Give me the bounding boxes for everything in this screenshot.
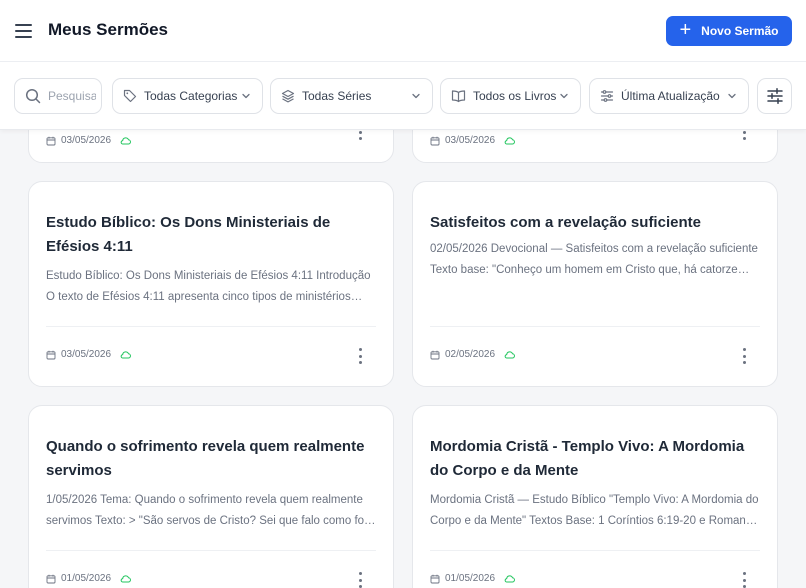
calendar-icon bbox=[430, 136, 440, 146]
new-sermon-label: Novo Sermão bbox=[701, 24, 779, 38]
calendar-icon bbox=[46, 574, 56, 584]
cloud-icon bbox=[504, 574, 516, 583]
cloud-icon bbox=[504, 136, 516, 145]
category-filter-label: Todas Categorias bbox=[144, 89, 238, 103]
layers-icon bbox=[281, 89, 295, 103]
cloud-icon bbox=[504, 350, 516, 359]
card-divider bbox=[430, 326, 760, 327]
calendar-icon bbox=[430, 574, 440, 584]
cloud-icon bbox=[120, 350, 132, 359]
card-divider bbox=[430, 550, 760, 551]
sermon-card[interactable]: Estudo Bíblico: Os Dons Ministeriais de … bbox=[28, 181, 394, 387]
more-vertical-icon[interactable] bbox=[355, 572, 365, 588]
page-title: Meus Sermões bbox=[48, 20, 168, 39]
card-meta: 01/05/2026 bbox=[46, 573, 132, 584]
chevron-down-icon bbox=[410, 90, 422, 102]
sermon-card[interactable]: Satisfeitos com a revelação suficiente 0… bbox=[412, 181, 778, 387]
card-title: Satisfeitos com a revelação suficiente bbox=[430, 214, 701, 231]
sort-select[interactable]: Última Atualização bbox=[589, 78, 749, 114]
search-field[interactable] bbox=[14, 78, 102, 114]
sort-sliders-icon bbox=[600, 89, 614, 103]
sermon-card[interactable]: Quando o sofrimento revela quem realment… bbox=[28, 405, 394, 588]
chevron-down-icon bbox=[558, 90, 570, 102]
sermon-card[interactable]: Mordomia Cristã - Templo Vivo: A Mordomi… bbox=[412, 405, 778, 588]
card-date: 01/05/2026 bbox=[61, 573, 112, 584]
card-meta: 03/05/2026 bbox=[46, 135, 132, 146]
card-excerpt: Estudo Bíblico: Os Dons Ministeriais de … bbox=[46, 270, 371, 303]
card-date: 03/05/2026 bbox=[61, 349, 112, 360]
card-title: Mordomia Cristã - Templo Vivo: A Mordomi… bbox=[430, 438, 745, 479]
chevron-down-icon bbox=[240, 90, 252, 102]
card-divider bbox=[46, 326, 376, 327]
card-excerpt: 1/05/2026 Tema: Quando o sofrimento reve… bbox=[46, 494, 375, 527]
more-vertical-icon[interactable] bbox=[739, 572, 749, 588]
series-filter[interactable]: Todas Séries bbox=[270, 78, 433, 114]
card-date: 02/05/2026 bbox=[445, 349, 496, 360]
card-divider bbox=[46, 550, 376, 551]
card-meta: 03/05/2026 bbox=[430, 135, 516, 146]
calendar-icon bbox=[46, 350, 56, 360]
filter-bar: Todas Categorias Todas Séries Todos os L… bbox=[0, 62, 806, 130]
cloud-icon bbox=[120, 136, 132, 145]
category-filter[interactable]: Todas Categorias bbox=[112, 78, 263, 114]
sort-select-label: Última Atualização bbox=[621, 89, 720, 103]
chevron-down-icon bbox=[726, 90, 738, 102]
card-title: Quando o sofrimento revela quem realment… bbox=[46, 438, 365, 479]
card-date: 03/05/2026 bbox=[445, 135, 496, 146]
card-meta: 02/05/2026 bbox=[430, 349, 516, 360]
search-input[interactable] bbox=[48, 89, 96, 103]
menu-icon[interactable] bbox=[14, 22, 34, 40]
series-filter-label: Todas Séries bbox=[302, 89, 372, 103]
app-header: Meus Sermões + Novo Sermão bbox=[0, 0, 806, 62]
card-excerpt: Mordomia Cristã — Estudo Bíblico "Templo… bbox=[430, 494, 759, 527]
new-sermon-button[interactable]: + Novo Sermão bbox=[666, 16, 792, 46]
card-excerpt: 02/05/2026 Devocional — Satisfeitos com … bbox=[430, 243, 758, 276]
sliders-icon bbox=[766, 87, 784, 105]
tag-icon bbox=[123, 89, 137, 103]
card-title: Estudo Bíblico: Os Dons Ministeriais de … bbox=[46, 214, 331, 255]
search-icon bbox=[25, 88, 41, 104]
calendar-icon bbox=[46, 136, 56, 146]
card-date: 03/05/2026 bbox=[61, 135, 112, 146]
cloud-icon bbox=[120, 574, 132, 583]
advanced-filters-button[interactable] bbox=[757, 78, 792, 114]
book-open-icon bbox=[451, 89, 466, 103]
books-filter[interactable]: Todos os Livros bbox=[440, 78, 581, 114]
calendar-icon bbox=[430, 350, 440, 360]
card-meta: 01/05/2026 bbox=[430, 573, 516, 584]
more-vertical-icon[interactable] bbox=[739, 348, 749, 364]
plus-icon: + bbox=[679, 19, 692, 41]
card-date: 01/05/2026 bbox=[445, 573, 496, 584]
more-vertical-icon[interactable] bbox=[355, 348, 365, 364]
books-filter-label: Todos os Livros bbox=[473, 89, 557, 103]
card-meta: 03/05/2026 bbox=[46, 349, 132, 360]
